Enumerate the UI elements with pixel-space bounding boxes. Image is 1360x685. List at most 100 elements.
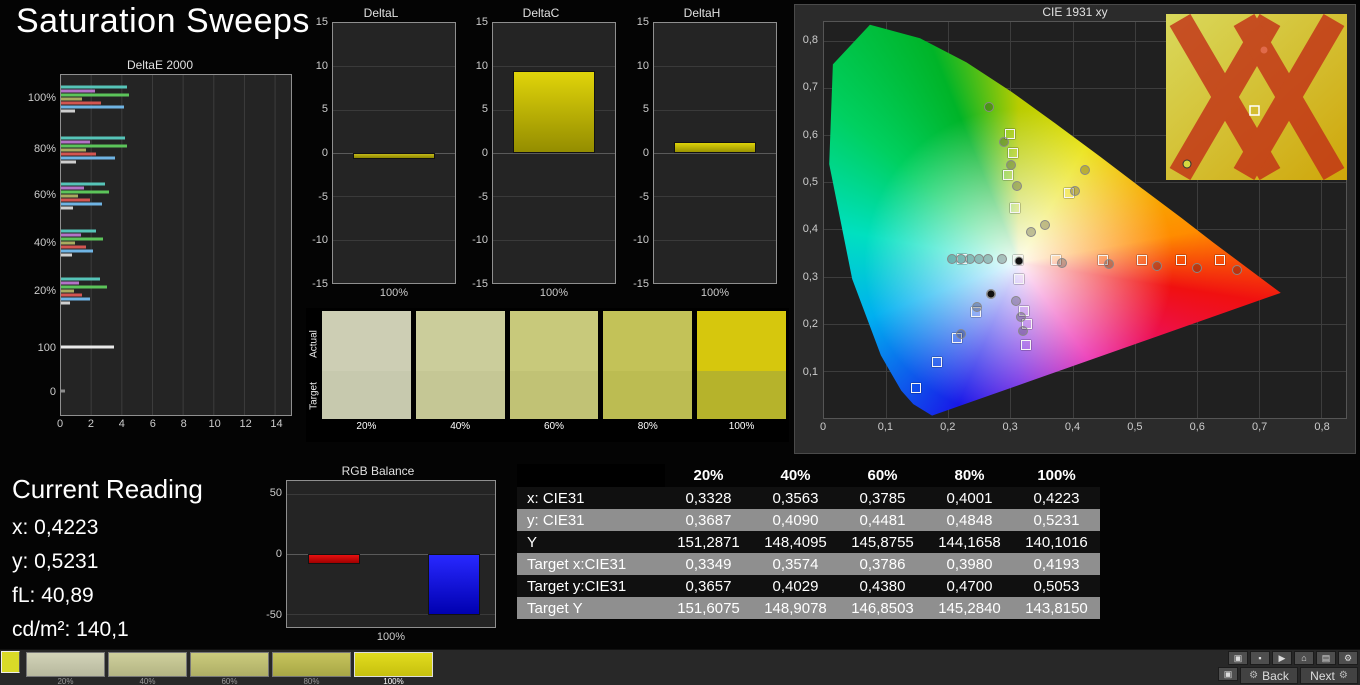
thumb-label: 40% [139, 677, 156, 685]
deltae-bar [61, 156, 115, 160]
deltae-bar [61, 389, 65, 393]
red-balance-bar [307, 554, 360, 564]
filmstrip-thumb-40%[interactable]: 40% [108, 652, 187, 685]
axis-tick-label: -5 [318, 190, 328, 203]
filmstrip-thumb-20%[interactable]: 20% [26, 652, 105, 685]
gridline [654, 153, 776, 154]
saturation-swatch: 40% [415, 311, 505, 442]
rgb-plot [286, 480, 496, 628]
deltae-group-label: 100% [27, 91, 56, 104]
deltae-bar [61, 140, 91, 144]
table-column-header: 20% [693, 467, 724, 484]
table-cell: 0,3657 [685, 577, 732, 595]
thumb-label: 100% [383, 677, 404, 685]
saturation-swatch: 80% [603, 311, 693, 442]
axis-tick-label: 5 [642, 103, 649, 116]
settings-button[interactable]: ⚙ [1338, 651, 1358, 665]
cie-target-marker [1020, 339, 1031, 350]
deltac-x-axis-label: 100% [539, 287, 569, 299]
gear-icon: ⚙ [1249, 670, 1259, 681]
next-button-label: Next [1310, 668, 1335, 683]
axis-tick-label: 0 [481, 147, 488, 159]
swatch-label: 40% [450, 421, 471, 432]
thumb-label: 20% [57, 677, 74, 685]
axis-tick-label: -50 [266, 608, 282, 621]
deltae-bar-group [61, 229, 291, 257]
table-column-header [517, 464, 665, 487]
cie-measured-marker [983, 253, 994, 264]
axis-tick-label: -10 [312, 234, 328, 247]
back-button-label: Back [1262, 668, 1289, 683]
deltae-axis-tick: 10 [208, 418, 221, 430]
reading-value: 0,5231 [34, 550, 99, 573]
table-row-label: Target Y [527, 599, 583, 617]
display-button[interactable]: ▣ [1228, 651, 1248, 665]
deltae-group-label: 40% [33, 237, 56, 250]
home-button[interactable]: ⌂ [1294, 651, 1314, 665]
display-icon: ▣ [1233, 652, 1243, 663]
cie-x-tick-label: 0,8 [1314, 421, 1330, 433]
layout-button[interactable]: ▤ [1316, 651, 1336, 665]
table-row-label: Target x:CIE31 [527, 555, 627, 573]
cie-target-marker [910, 382, 921, 393]
table-cell: 151,2871 [677, 533, 740, 551]
swatch-label: 60% [543, 421, 564, 432]
cie-target-marker [932, 356, 943, 367]
table-cell: 0,5053 [1033, 577, 1080, 595]
filmstrip-thumb-100%[interactable]: 100% [354, 652, 433, 685]
cie-x-tick-label: 0,3 [1002, 421, 1018, 433]
current-reading-title: Current Reading [12, 474, 203, 504]
gridline [333, 239, 455, 241]
monitor-icon[interactable]: ▣ [1218, 667, 1238, 681]
filmstrip-thumb-60%[interactable]: 60% [190, 652, 269, 685]
cie-x-tick-label: 0,6 [1189, 421, 1205, 433]
cie-x-axis: 0 0,1 0,2 0,3 0,4 0,5 0,6 0,7 0,8 [820, 419, 1347, 435]
next-button[interactable]: Next ⚙ [1300, 667, 1358, 684]
nav-icon-row: ▣ ▪ ▶ ⌂ ▤ ⚙ [1228, 651, 1358, 665]
deltae-bar [61, 89, 95, 93]
deltae-bar-group [61, 136, 291, 164]
table-cell: 0,4001 [946, 489, 993, 507]
deltac-y-axis: 15 10 5 0 -5 -10 -15 [466, 16, 492, 290]
page-title: Saturation Sweeps [16, 2, 310, 40]
capture-button[interactable]: ▪ [1250, 651, 1270, 665]
deltah-x-axis-label: 100% [700, 287, 730, 299]
deltae-axis-tick: 0 [56, 418, 64, 430]
calibration-app-screen: Saturation Sweeps DeltaE 2000 100% 80% 60%… [0, 0, 1360, 685]
deltae-bar-group [61, 85, 291, 113]
cie-measured-marker [1231, 264, 1242, 275]
table-cell: 0,3328 [685, 489, 732, 507]
deltae-bar [61, 194, 78, 198]
deltae-bar [61, 281, 79, 285]
target-row-label: Target [308, 382, 320, 410]
thumb-label: 60% [221, 677, 238, 685]
thumb-swatch [354, 652, 433, 677]
deltae-group-label: 80% [33, 143, 56, 156]
reading-line: x: 0,4223 [12, 511, 203, 545]
table-cell: 145,2840 [938, 599, 1001, 617]
target-swatch [697, 371, 786, 419]
cie-target-marker [1215, 255, 1226, 266]
back-button[interactable]: ⚙ Back [1240, 667, 1298, 684]
table-cell: 0,3574 [772, 555, 819, 573]
table-cell: 0,3786 [859, 555, 906, 573]
table-cell: 146,8503 [851, 599, 914, 617]
reading-line: cd/m²: 140,1 [12, 613, 203, 647]
axis-tick-label: -15 [472, 278, 488, 290]
play-button[interactable]: ▶ [1272, 651, 1292, 665]
table-column-header: 100% [1037, 467, 1076, 484]
reading-line: y: 0,5231 [12, 545, 203, 579]
deltae-x-axis: 0 2 4 6 8 10 12 14 [56, 416, 292, 430]
axis-tick-label: 10 [315, 59, 328, 72]
actual-swatch [509, 311, 599, 371]
table-cell: 0,5231 [1033, 511, 1080, 529]
filmstrip-thumb-80%[interactable]: 80% [272, 652, 351, 685]
current-reading-panel: Current Reading x: 0,4223 y: 0,5231 fL: 40… [12, 474, 203, 647]
target-swatch [509, 371, 599, 419]
table-cell: 0,4481 [859, 511, 906, 529]
deltae-y-axis: 100% 80% 60% 40% 20% 100 0 [28, 74, 60, 416]
axis-tick-label: 0 [321, 147, 328, 159]
reading-label: y: [12, 550, 35, 573]
axis-tick-label: 50 [269, 487, 282, 500]
deltae-group-label: 0 [49, 386, 56, 399]
